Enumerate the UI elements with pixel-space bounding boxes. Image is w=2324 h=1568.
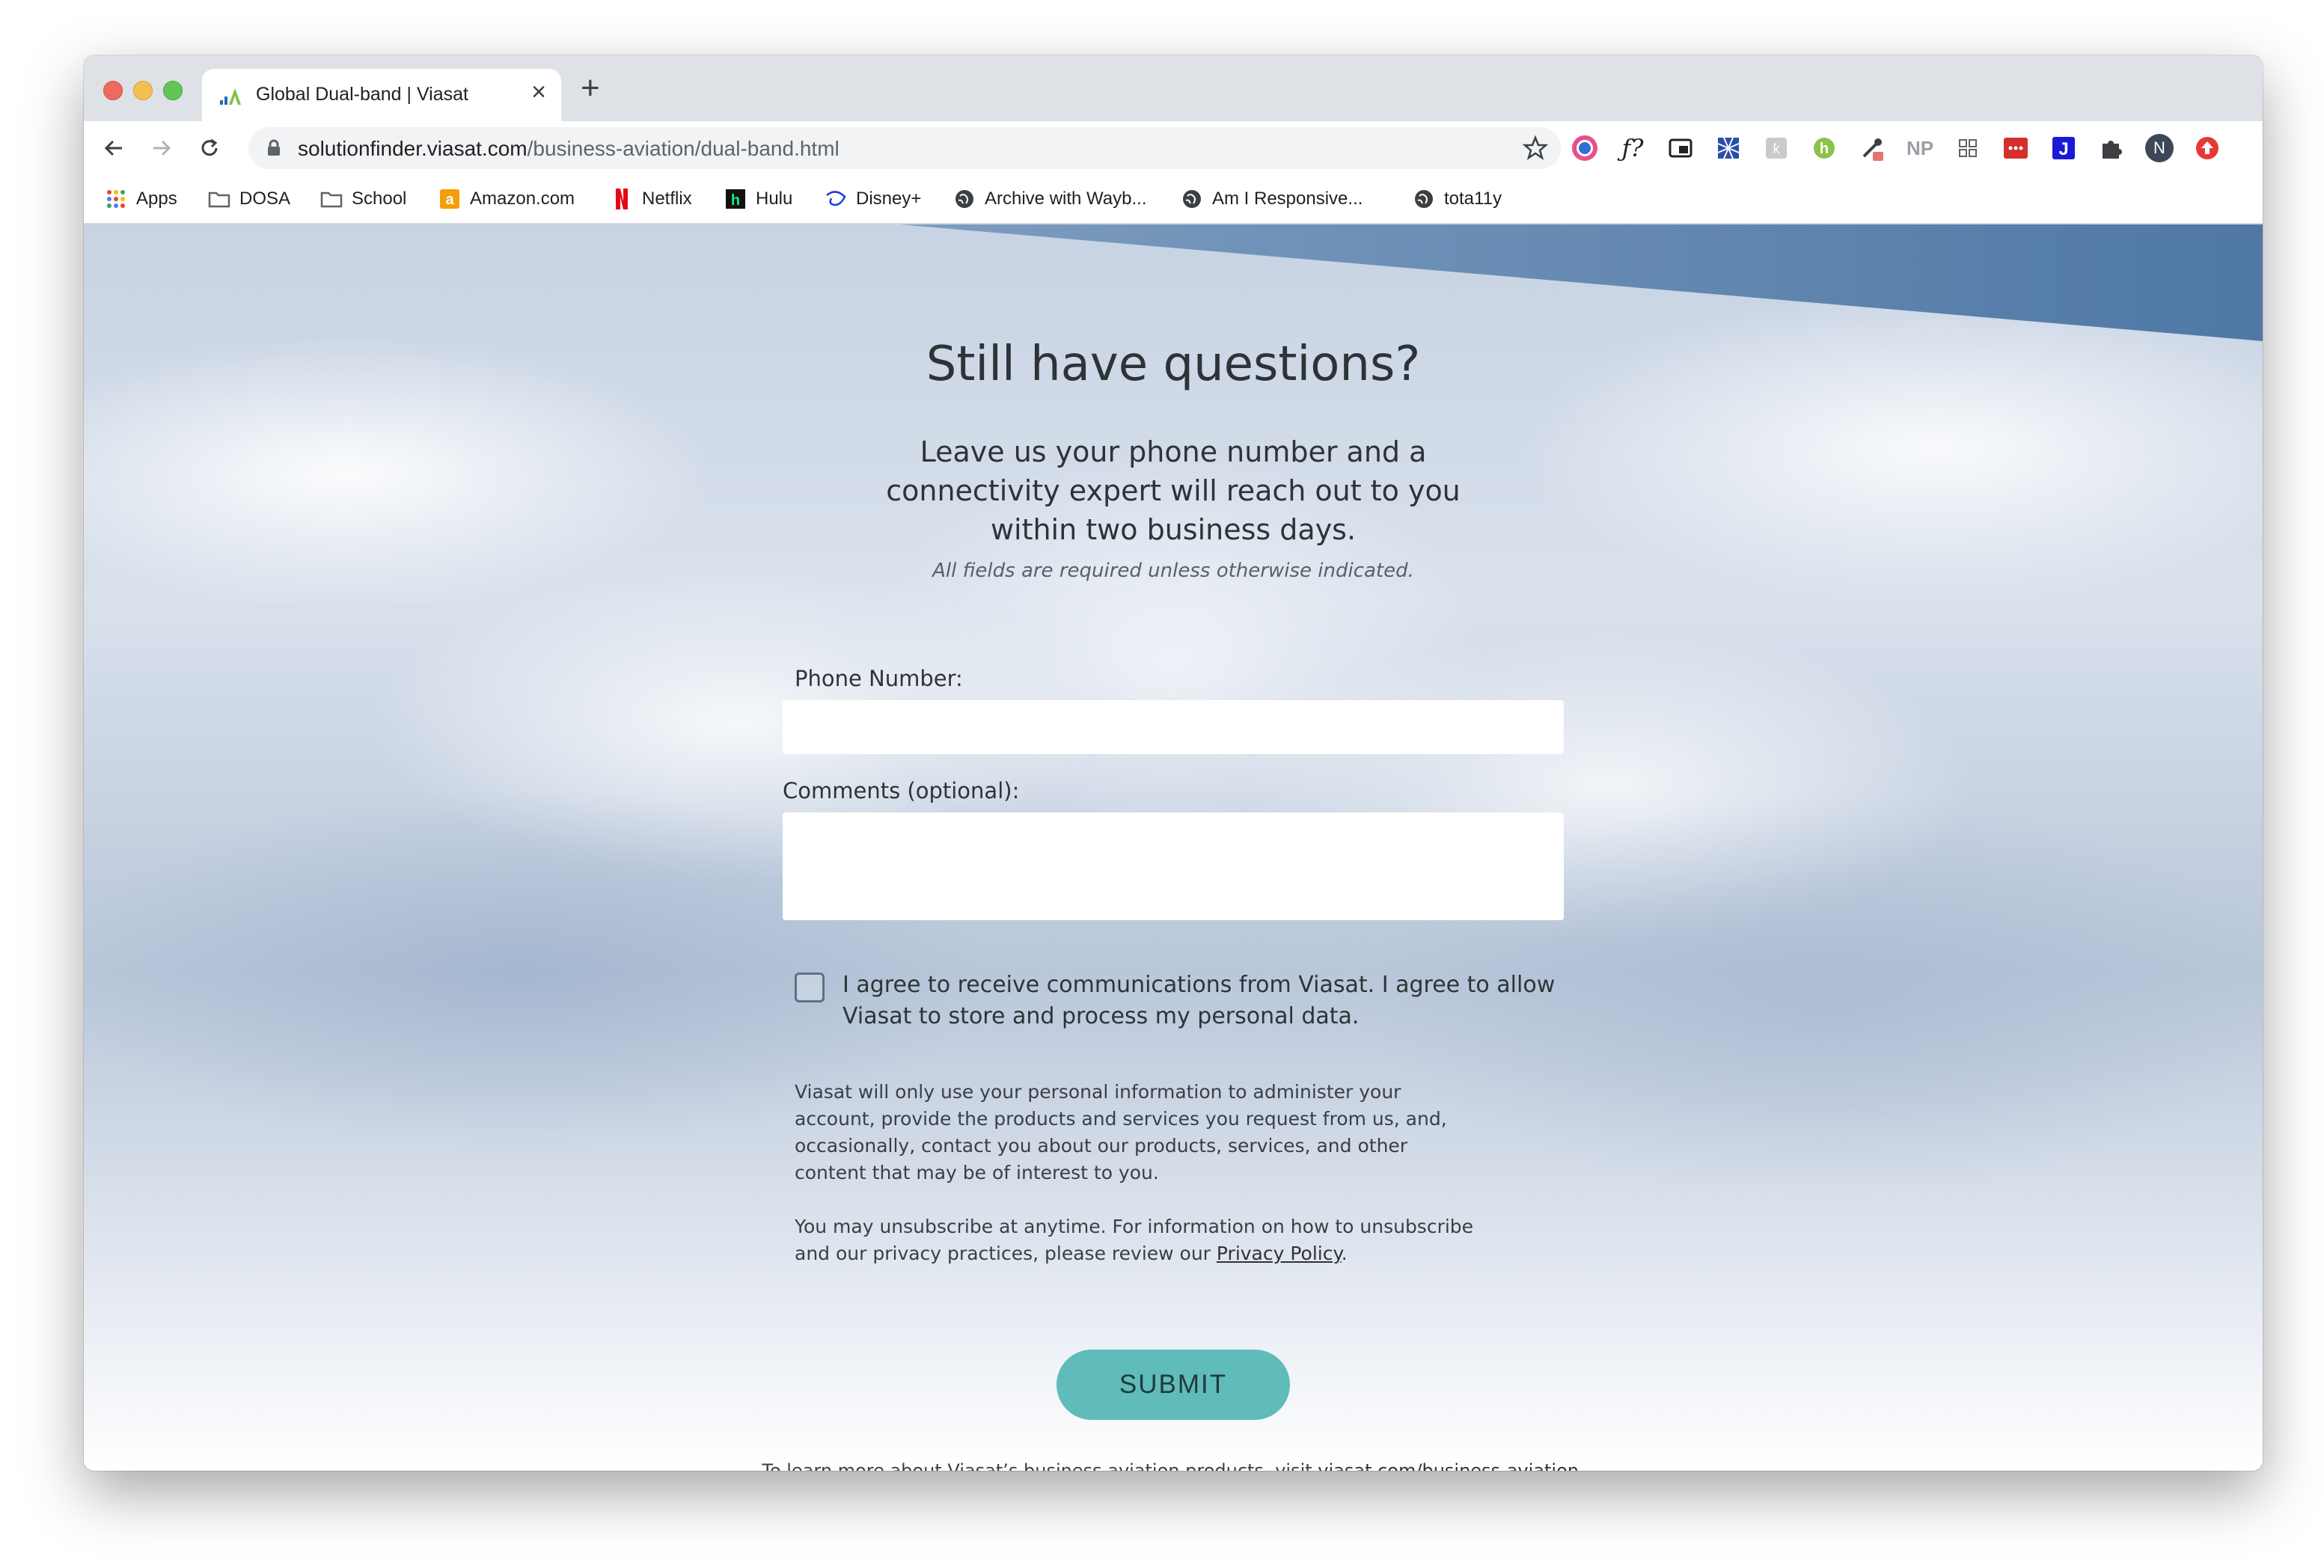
bookmark-label: Hulu (756, 189, 793, 209)
grid-extension-icon[interactable] (1953, 133, 1983, 163)
arrow-left-icon (104, 140, 122, 156)
web-page: Still have questions? Leave us your phon… (84, 224, 2263, 1471)
footer-text-suffix: . (1578, 1460, 1585, 1471)
hulu-icon: h (724, 188, 747, 210)
unsubscribe-paragraph: You may unsubscribe at anytime. For info… (795, 1213, 1483, 1267)
unsubscribe-text: You may unsubscribe at anytime. For info… (795, 1216, 1474, 1264)
svg-text:h: h (1820, 141, 1829, 157)
netflix-icon (611, 188, 633, 210)
grey-extension-icon[interactable]: ƙ (1761, 133, 1791, 163)
bookmark-tota11y[interactable]: tota11y (1413, 186, 1502, 212)
bookmark-label: Netflix (642, 189, 692, 209)
np-extension-icon[interactable]: NP (1905, 133, 1935, 163)
url-domain: solutionfinder.viasat.com (298, 137, 528, 160)
close-window-button[interactable] (103, 81, 123, 100)
bookmark-amazon[interactable]: a Amazon.com (438, 186, 575, 212)
viasat-favicon-icon (220, 88, 241, 105)
green-h-extension-icon[interactable]: h (1809, 133, 1839, 163)
lock-icon (268, 139, 280, 156)
profile-initial: N (2153, 138, 2165, 157)
url-text: solutionfinder.viasat.com/business-aviat… (298, 137, 840, 161)
required-fields-note: All fields are required unless otherwise… (932, 560, 1414, 582)
business-aviation-link[interactable]: viasat.com/business-aviation (1318, 1460, 1579, 1471)
bookmark-label: Am I Responsive... (1212, 189, 1363, 209)
forward-button[interactable] (147, 133, 177, 163)
new-tab-button[interactable]: + (581, 72, 600, 105)
bookmark-label: School (352, 189, 407, 209)
tab-title: Global Dual-band | Viasat (256, 84, 468, 105)
folder-icon (208, 188, 230, 210)
back-button[interactable] (99, 133, 129, 163)
pattern-extension-icon[interactable] (1713, 133, 1743, 163)
red-dots-extension-icon[interactable] (2001, 133, 2031, 163)
bookmark-label: Amazon.com (470, 189, 575, 209)
privacy-paragraph: Viasat will only use your personal infor… (795, 1081, 1447, 1183)
page-title: Still have questions? (926, 337, 1421, 392)
comments-label: Comments (optional): (783, 778, 1020, 803)
svg-text:h: h (731, 192, 740, 209)
svg-text:J: J (2058, 139, 2068, 159)
footer-note: To learn more about Viasat’s business av… (84, 1460, 2263, 1471)
disney-icon (825, 188, 847, 210)
globe-icon (1413, 188, 1435, 210)
profile-avatar[interactable]: N (2144, 133, 2174, 163)
eyedropper-extension-icon[interactable] (1857, 133, 1887, 163)
update-icon[interactable] (2192, 133, 2222, 163)
submit-button[interactable]: SUBMIT (1056, 1350, 1290, 1420)
reload-icon (201, 138, 218, 156)
svg-text:a: a (445, 192, 454, 208)
bookmark-label: tota11y (1444, 189, 1502, 209)
arrow-right-icon (153, 140, 171, 156)
puzzle-icon[interactable] (2097, 133, 2126, 163)
color-picker-icon[interactable] (1570, 133, 1600, 163)
consent-label: I agree to receive communications from V… (843, 972, 1556, 1029)
globe-icon (1181, 188, 1203, 210)
bookmark-hulu[interactable]: h Hulu (724, 186, 792, 212)
privacy-policy-link[interactable]: Privacy Policy (1217, 1243, 1342, 1264)
reload-button[interactable] (195, 133, 224, 163)
consent-checkbox[interactable] (795, 973, 825, 1002)
bookmark-netflix[interactable]: Netflix (611, 186, 692, 212)
phone-number-input[interactable] (783, 700, 1564, 754)
browser-window: Global Dual-band | Viasat × + solutionfi… (84, 55, 2263, 1471)
blue-j-extension-icon[interactable]: J (2049, 133, 2079, 163)
form-subheading: Leave us your phone number and a connect… (886, 435, 1461, 546)
bookmark-disney[interactable]: Disney+ (825, 186, 921, 212)
browser-tab[interactable]: Global Dual-band | Viasat × (202, 69, 561, 121)
minimize-window-button[interactable] (133, 81, 153, 100)
footer-text: To learn more about Viasat’s business av… (762, 1460, 1318, 1471)
bookmark-dosa[interactable]: DOSA (208, 186, 290, 212)
bookmark-label: Apps (136, 189, 177, 209)
bookmark-archive[interactable]: Archive with Wayb... (953, 186, 1147, 212)
folder-icon (320, 188, 343, 210)
globe-icon (953, 188, 976, 210)
contact-form-section: Still have questions? Leave us your phon… (84, 224, 2263, 1471)
bookmark-apps[interactable]: Apps (105, 186, 177, 212)
tab-strip: Global Dual-band | Viasat × + (84, 55, 2263, 121)
bookmark-star-icon[interactable] (1522, 135, 1549, 162)
maximize-window-button[interactable] (163, 81, 183, 100)
font-finder-icon[interactable]: ƒ? (1618, 133, 1648, 163)
bookmark-label: DOSA (239, 189, 291, 209)
phone-number-label: Phone Number: (795, 666, 963, 691)
browser-toolbar: solutionfinder.viasat.com/business-aviat… (84, 121, 2263, 175)
picture-in-picture-icon[interactable] (1666, 133, 1695, 163)
bookmark-school[interactable]: School (320, 186, 406, 212)
svg-text:ƙ: ƙ (1773, 141, 1781, 156)
tab-close-icon[interactable]: × (531, 79, 546, 105)
bookmark-am-i-responsive[interactable]: Am I Responsive... (1181, 186, 1363, 212)
amazon-icon: a (438, 188, 461, 210)
apps-grid-icon (105, 188, 127, 210)
url-path: /business-aviation/dual-band.html (527, 137, 840, 160)
comments-textarea[interactable] (783, 812, 1564, 920)
address-bar[interactable]: solutionfinder.viasat.com/business-aviat… (248, 127, 1561, 169)
bookmark-label: Disney+ (856, 189, 922, 209)
bookmarks-bar: Apps DOSA School a Amazon.com Netflix h … (84, 175, 2263, 224)
unsubscribe-text-suffix: . (1341, 1243, 1348, 1264)
bookmark-label: Archive with Wayb... (985, 189, 1147, 209)
